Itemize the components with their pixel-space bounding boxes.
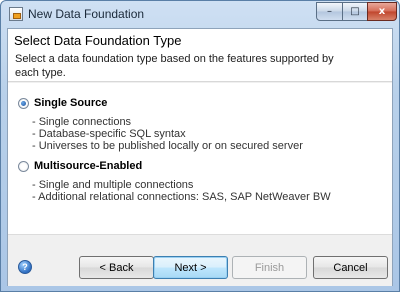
page-title: Select Data Foundation Type xyxy=(14,33,182,48)
next-button[interactable]: Next > xyxy=(153,256,228,279)
help-icon[interactable]: ? xyxy=(18,260,32,274)
close-button[interactable]: x xyxy=(367,2,397,21)
single-source-label[interactable]: Single Source xyxy=(34,97,107,109)
page-description: Select a data foundation type based on t… xyxy=(15,53,334,79)
single-source-detail: - Single connections xyxy=(32,116,132,128)
dialog-window: New Data Foundation – □ x Select Data Fo… xyxy=(0,0,400,292)
button-bar: ? < Back Next > Finish Cancel xyxy=(8,236,392,286)
app-icon xyxy=(9,7,23,21)
options-panel: Single Source - Single connections - Dat… xyxy=(8,83,392,235)
cancel-button[interactable]: Cancel xyxy=(313,256,388,279)
multisource-detail: - Additional relational connections: SAS… xyxy=(32,191,331,203)
single-source-radio[interactable] xyxy=(18,98,29,109)
title-bar[interactable]: New Data Foundation – □ x xyxy=(1,1,399,27)
window-title: New Data Foundation xyxy=(28,7,145,21)
single-source-detail: - Database-specific SQL syntax xyxy=(32,128,186,140)
back-button[interactable]: < Back xyxy=(79,256,154,279)
dialog-client-area: Select Data Foundation Type Select a dat… xyxy=(7,28,393,286)
minimize-button[interactable]: – xyxy=(316,2,343,21)
wizard-header: Select Data Foundation Type Select a dat… xyxy=(8,29,392,82)
multisource-detail: - Single and multiple connections xyxy=(32,179,194,191)
multisource-radio[interactable] xyxy=(18,161,29,172)
single-source-detail: - Universes to be published locally or o… xyxy=(32,140,303,152)
multisource-label[interactable]: Multisource-Enabled xyxy=(34,160,142,172)
finish-button[interactable]: Finish xyxy=(232,256,307,279)
maximize-button[interactable]: □ xyxy=(342,2,368,21)
